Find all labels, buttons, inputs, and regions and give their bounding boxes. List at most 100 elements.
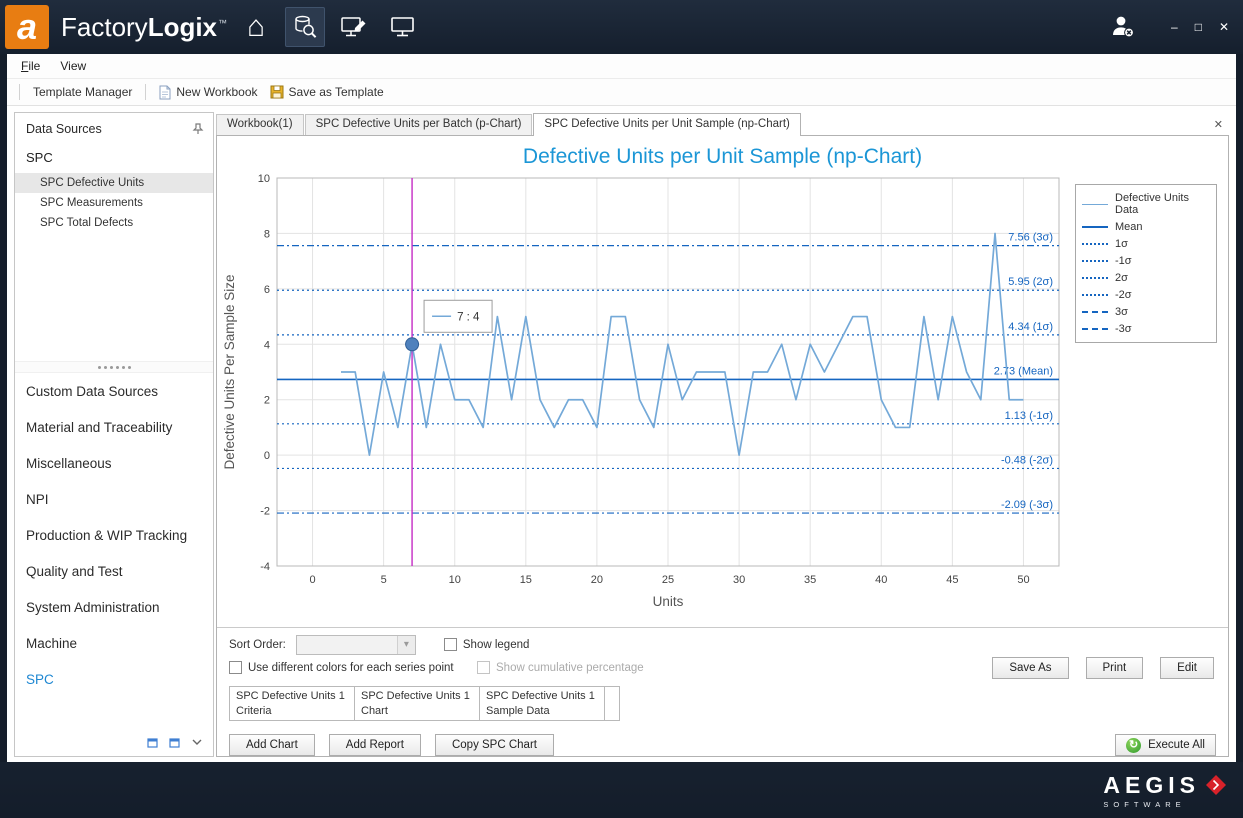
svg-text:7.56 (3σ): 7.56 (3σ) bbox=[1008, 232, 1053, 244]
footer: AEGIS SOFTWARE bbox=[0, 762, 1243, 818]
tab-chart[interactable]: SPC Defective Units 1 Chart bbox=[354, 686, 480, 721]
sidebar-item-material-and-traceability[interactable]: Material and Traceability bbox=[15, 409, 213, 445]
legend-label: Mean bbox=[1115, 221, 1143, 233]
sidebar-item-npi[interactable]: NPI bbox=[15, 481, 213, 517]
sidebar-empty-space bbox=[15, 233, 213, 361]
legend-line-sample bbox=[1082, 260, 1108, 262]
checkbox-box bbox=[477, 661, 490, 674]
save-as-template-label: Save as Template bbox=[289, 85, 384, 99]
aegis-brand-text: AEGIS bbox=[1103, 772, 1200, 799]
svg-text:0: 0 bbox=[309, 574, 315, 586]
sort-order-select: ▾ bbox=[296, 635, 416, 655]
dropdown-arrow-icon: ▾ bbox=[397, 636, 415, 654]
new-workbook-label: New Workbook bbox=[176, 85, 257, 99]
sidebar-group-spc[interactable]: SPC bbox=[15, 140, 213, 173]
maximize-button[interactable]: □ bbox=[1195, 20, 1202, 34]
legend-line-sample bbox=[1082, 311, 1108, 313]
toolbar: Template Manager New Workbook Save as Te… bbox=[7, 79, 1236, 106]
svg-text:2.73 (Mean): 2.73 (Mean) bbox=[994, 365, 1053, 377]
add-chart-button[interactable]: Add Chart bbox=[229, 734, 315, 756]
workspace: Data Sources SPC SPC Defective Units SPC… bbox=[7, 106, 1236, 762]
data-explorer-icon[interactable] bbox=[285, 7, 325, 47]
copy-spc-chart-button[interactable]: Copy SPC Chart bbox=[435, 734, 554, 756]
trademark: ™ bbox=[218, 18, 227, 28]
minimize-button[interactable]: – bbox=[1171, 20, 1178, 34]
legend-label: -1σ bbox=[1115, 255, 1132, 267]
designer-icon[interactable] bbox=[334, 7, 374, 47]
legend-label: Defective Units Data bbox=[1115, 192, 1210, 216]
checkbox-box bbox=[444, 638, 457, 651]
show-legend-checkbox[interactable]: Show legend bbox=[444, 638, 530, 651]
tab-np-chart[interactable]: SPC Defective Units per Unit Sample (np-… bbox=[533, 113, 800, 136]
checkbox-box bbox=[229, 661, 242, 674]
tab-p-chart[interactable]: SPC Defective Units per Batch (p-Chart) bbox=[305, 114, 533, 135]
tab-workbook[interactable]: Workbook(1) bbox=[216, 114, 304, 135]
user-logout-icon[interactable] bbox=[1103, 7, 1143, 47]
svg-text:10: 10 bbox=[258, 173, 270, 185]
sidebar-footer bbox=[15, 736, 213, 756]
legend-entry: -2σ bbox=[1082, 289, 1210, 301]
svg-text:5.95 (2σ): 5.95 (2σ) bbox=[1008, 276, 1053, 288]
svg-text:6: 6 bbox=[264, 284, 270, 296]
svg-text:1.13 (-1σ): 1.13 (-1σ) bbox=[1005, 410, 1053, 422]
home-icon[interactable]: ⌂ bbox=[236, 7, 276, 47]
template-manager-button[interactable]: Template Manager bbox=[27, 81, 138, 103]
sidebar-item-spc-category[interactable]: SPC bbox=[15, 661, 213, 697]
database-search-icon bbox=[292, 14, 318, 40]
data-sources-title: Data Sources bbox=[26, 122, 102, 136]
aegis-software-text: SOFTWARE bbox=[1103, 800, 1185, 809]
svg-text:30: 30 bbox=[733, 574, 745, 586]
save-as-button[interactable]: Save As bbox=[992, 657, 1068, 679]
sidebar-item-quality-and-test[interactable]: Quality and Test bbox=[15, 553, 213, 589]
edit-button[interactable]: Edit bbox=[1160, 657, 1214, 679]
menu-file[interactable]: File bbox=[21, 59, 40, 73]
sidebar-item-machine[interactable]: Machine bbox=[15, 625, 213, 661]
chart-controls: Sort Order: ▾ Show legend Use different … bbox=[217, 628, 1228, 681]
menu-view[interactable]: View bbox=[60, 59, 86, 73]
sort-order-label: Sort Order: bbox=[229, 639, 286, 651]
screen-edit-icon bbox=[340, 14, 368, 40]
legend-label: -3σ bbox=[1115, 323, 1132, 335]
sidebar-item-custom-data-sources[interactable]: Custom Data Sources bbox=[15, 373, 213, 409]
svg-text:7 : 4: 7 : 4 bbox=[457, 311, 480, 323]
new-workbook-button[interactable]: New Workbook bbox=[153, 81, 263, 103]
brand-factory: Factory bbox=[61, 12, 148, 42]
save-template-icon bbox=[270, 85, 284, 99]
sidebar-item-miscellaneous[interactable]: Miscellaneous bbox=[15, 445, 213, 481]
legend-label: 1σ bbox=[1115, 238, 1128, 250]
windows-stack-icon[interactable] bbox=[169, 736, 182, 748]
legend-entry: Defective Units Data bbox=[1082, 192, 1210, 216]
chart-title: Defective Units per Unit Sample (np-Char… bbox=[217, 136, 1228, 170]
sidebar-splitter-handle[interactable] bbox=[15, 361, 213, 373]
execute-all-button[interactable]: ↻ Execute All bbox=[1115, 734, 1216, 756]
svg-text:Defective Units Per Sample Siz: Defective Units Per Sample Size bbox=[222, 274, 237, 469]
np-chart-canvas[interactable]: 7.56 (3σ)5.95 (2σ)4.34 (1σ)2.73 (Mean)1.… bbox=[219, 170, 1075, 620]
close-button[interactable]: ✕ bbox=[1219, 20, 1229, 34]
svg-text:45: 45 bbox=[946, 574, 958, 586]
aegis-app-logo: a bbox=[5, 5, 49, 49]
sidebar-item-production-wip-tracking[interactable]: Production & WIP Tracking bbox=[15, 517, 213, 553]
legend-line-sample bbox=[1082, 328, 1108, 330]
legend-line-sample bbox=[1082, 243, 1108, 245]
sidebar-item-spc-total-defects[interactable]: SPC Total Defects bbox=[15, 213, 213, 233]
sidebar-item-spc-defective-units[interactable]: SPC Defective Units bbox=[15, 173, 213, 193]
legend-line-sample bbox=[1082, 277, 1108, 279]
different-colors-checkbox[interactable]: Use different colors for each series poi… bbox=[229, 661, 455, 674]
save-as-template-button[interactable]: Save as Template bbox=[264, 81, 390, 103]
sidebar-item-spc-measurements[interactable]: SPC Measurements bbox=[15, 193, 213, 213]
add-report-button[interactable]: Add Report bbox=[329, 734, 421, 756]
pin-icon[interactable] bbox=[192, 123, 204, 135]
tab-criteria[interactable]: SPC Defective Units 1 Criteria bbox=[229, 686, 355, 721]
user-x-icon bbox=[1109, 14, 1137, 41]
svg-text:40: 40 bbox=[875, 574, 887, 586]
monitor-icon[interactable] bbox=[383, 7, 423, 47]
windows-stack-icon[interactable] bbox=[147, 736, 160, 748]
svg-text:15: 15 bbox=[520, 574, 532, 586]
print-button[interactable]: Print bbox=[1086, 657, 1144, 679]
svg-text:10: 10 bbox=[449, 574, 461, 586]
sidebar-item-system-administration[interactable]: System Administration bbox=[15, 589, 213, 625]
execute-all-label: Execute All bbox=[1148, 739, 1205, 751]
chevron-down-icon[interactable] bbox=[191, 738, 203, 746]
tab-sample-data[interactable]: SPC Defective Units 1 Sample Data bbox=[479, 686, 605, 721]
close-document-icon[interactable]: ✕ bbox=[1208, 118, 1229, 135]
